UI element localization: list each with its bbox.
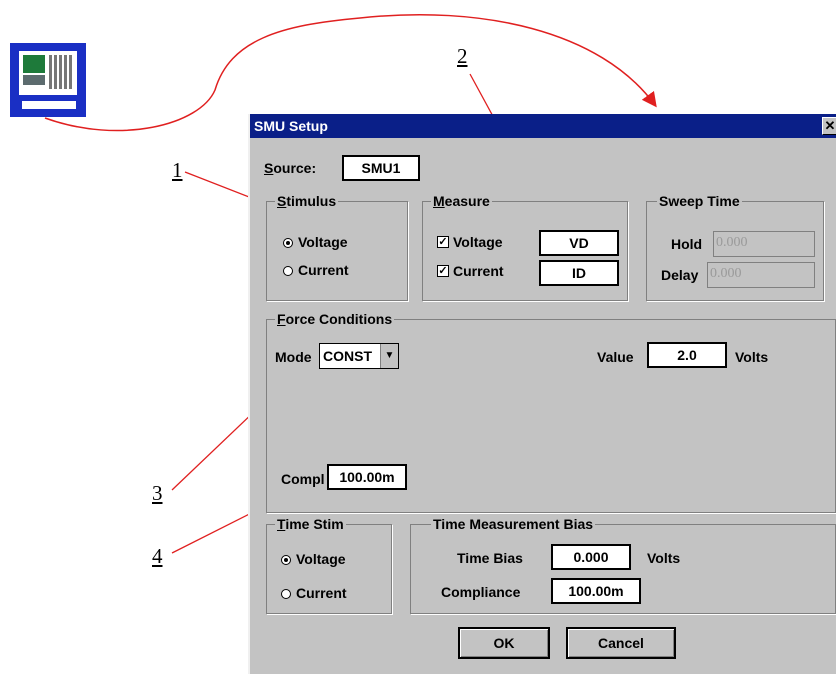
hold-label: Hold (671, 236, 703, 252)
time-bias-field[interactable]: 0.000 (551, 544, 631, 570)
callout-label-3: 3 (152, 481, 163, 505)
time-measurement-bias-group: Time Measurement Bias Time Bias 0.000 Vo… (410, 516, 836, 614)
computer-icon (10, 43, 86, 117)
stimulus-group: Stimulus Voltage Current (266, 193, 408, 301)
measure-legend: Measure (431, 193, 492, 209)
compl-label: Compl (281, 471, 325, 487)
compl-field[interactable]: 100.00m (327, 464, 407, 490)
source-label: Source: (264, 160, 317, 176)
measure-voltage-field[interactable]: VD (539, 230, 619, 256)
callout-label-2: 2 (457, 44, 468, 68)
time-stim-voltage-radio[interactable] (281, 555, 291, 565)
time-stim-group: Time Stim Voltage Current (266, 516, 392, 614)
force-conditions-legend: Force Conditions (275, 311, 395, 327)
time-bias-unit-label: Volts (647, 550, 681, 566)
time-stim-current-label: Current (296, 585, 347, 601)
delay-label: Delay (661, 267, 699, 283)
force-conditions-group: Force Conditions Mode CONST ▼ Value 2.0 … (266, 311, 836, 513)
dialog-title: SMU Setup (254, 118, 328, 134)
measure-voltage-checkbox[interactable]: ✓ (437, 236, 449, 248)
ok-button[interactable]: OK (458, 627, 550, 659)
sweep-time-legend: Sweep Time (657, 193, 742, 209)
ok-button-label: OK (493, 635, 515, 651)
close-icon[interactable]: ✕ (822, 117, 836, 135)
chevron-down-icon[interactable]: ▼ (380, 344, 398, 368)
time-stim-voltage-label: Voltage (296, 551, 346, 567)
time-stim-legend: Time Stim (275, 516, 346, 532)
measure-current-label: Current (453, 263, 504, 279)
mode-select[interactable]: CONST ▼ (319, 343, 399, 369)
measure-current-checkbox[interactable]: ✓ (437, 265, 449, 277)
stimulus-current-radio[interactable] (283, 266, 293, 276)
source-field[interactable]: SMU1 (342, 155, 420, 181)
time-stim-current-radio[interactable] (281, 589, 291, 599)
compliance-field[interactable]: 100.00m (551, 578, 641, 604)
callout-label-1: 1 (172, 158, 183, 182)
smu-setup-dialog: SMU Setup ✕ Source: SMU1 Stimulus Voltag… (248, 114, 836, 674)
cancel-button-label: Cancel (598, 635, 644, 651)
stimulus-voltage-radio[interactable] (283, 238, 293, 248)
measure-current-field[interactable]: ID (539, 260, 619, 286)
stimulus-legend: Stimulus (275, 193, 339, 209)
value-label: Value (597, 349, 634, 365)
cancel-button[interactable]: Cancel (566, 627, 676, 659)
sweep-time-group: Sweep Time Hold 0.000 Delay 0.000 (646, 193, 824, 301)
measure-group: Measure ✓ Voltage VD ✓ Current ID (422, 193, 628, 301)
mode-select-value: CONST (323, 348, 372, 364)
compliance-label: Compliance (441, 584, 521, 600)
hold-field[interactable]: 0.000 (713, 231, 815, 257)
stimulus-voltage-label: Voltage (298, 234, 348, 250)
callout-label-4: 4 (152, 544, 163, 568)
delay-field[interactable]: 0.000 (707, 262, 815, 288)
force-value-field[interactable]: 2.0 (647, 342, 727, 368)
measure-voltage-label: Voltage (453, 234, 503, 250)
time-bias-label: Time Bias (457, 550, 523, 566)
mode-label: Mode (275, 349, 312, 365)
time-bias-legend: Time Measurement Bias (431, 516, 596, 532)
stimulus-current-label: Current (298, 262, 349, 278)
dialog-titlebar[interactable]: SMU Setup ✕ (250, 114, 836, 138)
value-unit-label: Volts (735, 349, 769, 365)
